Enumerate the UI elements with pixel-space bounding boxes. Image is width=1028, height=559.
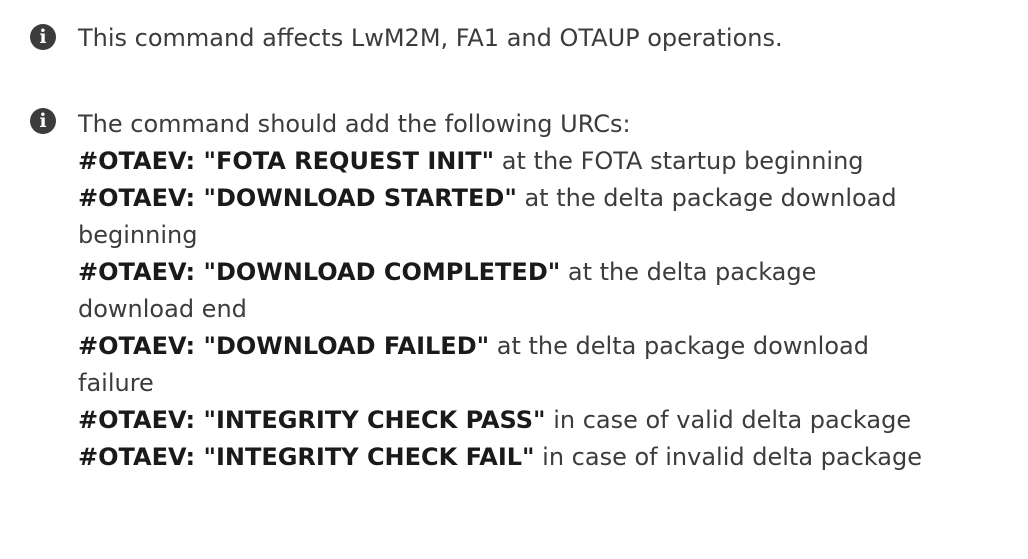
urc-description: at the delta package — [560, 258, 817, 286]
urc-entry: #OTAEV: "INTEGRITY CHECK PASS" in case o… — [78, 402, 1018, 439]
note-text: This command affects LwM2M, FA1 and OTAU… — [78, 24, 783, 52]
urc-description-continued: download end — [78, 295, 247, 323]
note-intro: The command should add the following URC… — [78, 110, 631, 138]
urc-entry: #OTAEV: "DOWNLOAD STARTED" at the delta … — [78, 180, 1018, 254]
urc-description: at the delta package download — [516, 184, 897, 212]
urc-entry: #OTAEV: "DOWNLOAD FAILED" at the delta p… — [78, 328, 1018, 402]
urc-entry: #OTAEV: "DOWNLOAD COMPLETED" at the delt… — [78, 254, 1018, 328]
note-body: The command should add the following URC… — [78, 106, 1018, 476]
urc-code: #OTAEV: "DOWNLOAD FAILED" — [78, 332, 490, 360]
urc-code: #OTAEV: "INTEGRITY CHECK PASS" — [78, 406, 546, 434]
note-body: This command affects LwM2M, FA1 and OTAU… — [78, 20, 1018, 57]
urc-description-continued: beginning — [78, 221, 198, 249]
urc-entry: #OTAEV: "FOTA REQUEST INIT" at the FOTA … — [78, 143, 1018, 180]
urc-description: at the FOTA startup beginning — [494, 147, 864, 175]
urc-description: at the delta package download — [489, 332, 869, 360]
urc-code: #OTAEV: "FOTA REQUEST INIT" — [78, 147, 495, 175]
urc-code: #OTAEV: "DOWNLOAD COMPLETED" — [78, 258, 561, 286]
urc-code: #OTAEV: "INTEGRITY CHECK FAIL" — [78, 443, 535, 471]
urc-description: in case of valid delta package — [545, 406, 912, 434]
urc-entry: #OTAEV: "INTEGRITY CHECK FAIL" in case o… — [78, 439, 1018, 476]
info-icon: i — [30, 24, 56, 50]
urc-description-continued: failure — [78, 369, 154, 397]
urc-code: #OTAEV: "DOWNLOAD STARTED" — [78, 184, 517, 212]
info-icon: i — [30, 108, 56, 134]
urc-description: in case of invalid delta package — [534, 443, 922, 471]
